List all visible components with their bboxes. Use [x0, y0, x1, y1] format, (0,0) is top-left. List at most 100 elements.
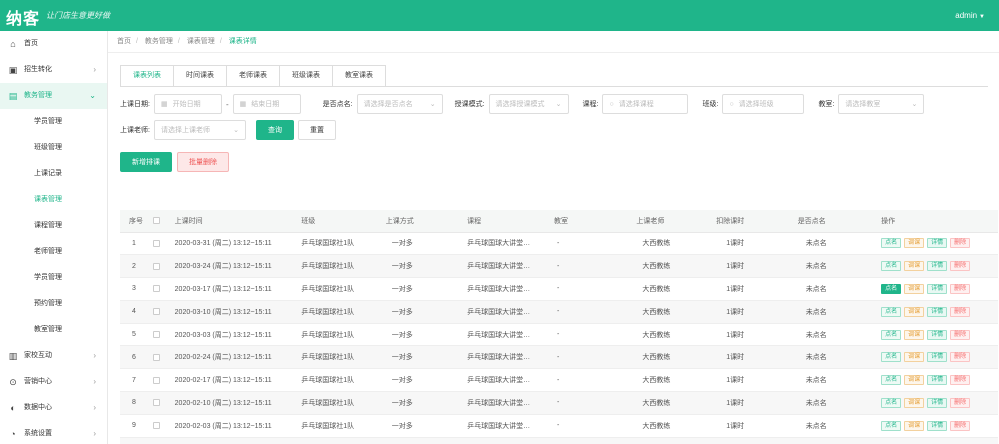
- sidebar-sub-item-schedule[interactable]: 课表管理: [0, 187, 107, 213]
- reschedule-button[interactable]: 调课: [904, 306, 925, 317]
- table-row: 2 2020-03-24 (周二) 13:12~15:11 乒乓球国球社1队 一对多乒…: [120, 254, 998, 279]
- delete-button[interactable]: 删除: [950, 238, 971, 249]
- sign-in-button[interactable]: 点名: [881, 306, 902, 317]
- breadcrumb-item[interactable]: 课表管理: [187, 38, 215, 45]
- sidebar-sub-item[interactable]: 老师管理: [0, 239, 107, 265]
- sign-in-button[interactable]: 点名: [881, 261, 902, 272]
- delete-button[interactable]: 删除: [950, 397, 971, 408]
- reset-button[interactable]: 重置: [297, 120, 336, 140]
- mode-select[interactable]: 请选择授课模式 ⌄: [488, 94, 569, 114]
- sidebar-item-marketing[interactable]: ⊙ 营销中心 ›: [0, 369, 107, 395]
- detail-button[interactable]: 详情: [927, 375, 948, 386]
- sidebar-item-enrollment[interactable]: ▣ 招生转化 ›: [0, 57, 107, 83]
- room-select[interactable]: 请选择教室 ⌄: [838, 94, 925, 114]
- sign-in-button[interactable]: 点名: [881, 329, 902, 340]
- cell-select[interactable]: [153, 437, 175, 444]
- delete-button[interactable]: 删除: [950, 420, 971, 431]
- sidebar-item-home-school[interactable]: ▥ 家校互动 ›: [0, 343, 107, 369]
- sidebar-sub-item[interactable]: 上课记录: [0, 161, 107, 187]
- sidebar-sub-item[interactable]: 学员管理: [0, 265, 107, 291]
- row-checkbox[interactable]: [153, 399, 161, 407]
- user-menu[interactable]: admin ▼: [955, 11, 985, 20]
- reschedule-button[interactable]: 调课: [904, 397, 925, 408]
- cell-time: 2020-03-24 (周二) 13:12~15:11: [174, 254, 302, 279]
- sign-in-button[interactable]: 点名: [881, 283, 902, 294]
- cell-select[interactable]: [153, 277, 175, 301]
- delete-button[interactable]: 删除: [950, 352, 971, 363]
- course-label: 课程:: [582, 101, 599, 108]
- detail-button[interactable]: 详情: [927, 420, 948, 431]
- reschedule-button[interactable]: 调课: [904, 352, 925, 363]
- cell-select[interactable]: [153, 391, 175, 415]
- add-schedule-button[interactable]: 新增排课: [120, 152, 172, 172]
- sidebar-sub-item[interactable]: 预约管理: [0, 291, 107, 317]
- tab-list[interactable]: 课表列表: [120, 65, 174, 87]
- sidebar-item-home[interactable]: ⌂ 首页: [0, 31, 107, 57]
- delete-button[interactable]: 删除: [950, 306, 971, 317]
- tab-teacher[interactable]: 老师课表: [226, 65, 280, 87]
- reschedule-button[interactable]: 调课: [904, 420, 925, 431]
- cell-select[interactable]: [153, 300, 175, 324]
- tab-time[interactable]: 时间课表: [173, 65, 227, 87]
- date-end-input[interactable]: ▦ 结束日期: [232, 94, 301, 114]
- tab-class[interactable]: 班级课表: [279, 65, 333, 87]
- sidebar-sub-item[interactable]: 班级管理: [0, 135, 107, 161]
- course-select[interactable]: ○ 请选择课程: [602, 94, 689, 114]
- detail-button[interactable]: 详情: [927, 306, 948, 317]
- detail-button[interactable]: 详情: [927, 352, 948, 363]
- reschedule-button[interactable]: 调课: [904, 261, 925, 272]
- breadcrumb-item[interactable]: 教务管理: [145, 38, 173, 45]
- cell-select[interactable]: [153, 414, 175, 438]
- sidebar-item-academic[interactable]: ▤ 教务管理 ⌄: [0, 83, 107, 109]
- row-checkbox[interactable]: [153, 308, 161, 316]
- date-start-input[interactable]: ▦ 开始日期: [153, 94, 222, 114]
- row-checkbox[interactable]: [153, 422, 161, 430]
- cell-select[interactable]: [153, 368, 175, 393]
- teacher-select[interactable]: 请选择上课老师 ⌄: [153, 120, 246, 140]
- select-all-checkbox[interactable]: [153, 217, 161, 225]
- sidebar-item-label: 家校互动: [24, 352, 52, 359]
- detail-button[interactable]: 详情: [927, 397, 948, 408]
- sidebar-item-settings[interactable]: ◔ 系统设置 ›: [0, 421, 107, 444]
- sidebar-sub-item[interactable]: 教室管理: [0, 317, 107, 343]
- detail-button[interactable]: 详情: [927, 238, 948, 249]
- cell-select[interactable]: [153, 232, 175, 256]
- sign-in-button[interactable]: 点名: [881, 397, 902, 408]
- reschedule-button[interactable]: 调课: [904, 329, 925, 340]
- reschedule-button[interactable]: 调课: [904, 375, 925, 386]
- tab-room[interactable]: 教室课表: [332, 65, 386, 87]
- reschedule-button[interactable]: 调课: [904, 238, 925, 249]
- class-select[interactable]: ○ 请选择班级: [722, 94, 805, 114]
- detail-button[interactable]: 详情: [927, 283, 948, 294]
- delete-button[interactable]: 删除: [950, 329, 971, 340]
- cell-select[interactable]: [153, 323, 175, 347]
- row-checkbox[interactable]: [153, 285, 161, 293]
- row-checkbox[interactable]: [153, 239, 161, 247]
- sign-in-button[interactable]: 点名: [881, 352, 902, 363]
- reschedule-button[interactable]: 调课: [904, 283, 925, 294]
- sidebar-sub-item[interactable]: 学员管理: [0, 109, 107, 135]
- batch-delete-button[interactable]: 批量删除: [177, 152, 229, 172]
- breadcrumb-item[interactable]: 首页: [117, 38, 131, 45]
- detail-button[interactable]: 详情: [927, 329, 948, 340]
- signed-select[interactable]: 请选择是否点名 ⌄: [356, 94, 443, 114]
- row-checkbox[interactable]: [153, 330, 161, 338]
- detail-button[interactable]: 详情: [927, 261, 948, 272]
- query-button[interactable]: 查询: [255, 120, 294, 140]
- row-checkbox[interactable]: [153, 353, 161, 361]
- cell-teacher: 大西教练: [636, 232, 717, 256]
- delete-button[interactable]: 删除: [950, 375, 971, 386]
- delete-button[interactable]: 删除: [950, 261, 971, 272]
- cell-select[interactable]: [153, 345, 175, 370]
- row-checkbox[interactable]: [153, 376, 161, 384]
- sidebar-item-data[interactable]: ◐ 数据中心 ›: [0, 395, 107, 421]
- sign-in-button[interactable]: 点名: [881, 238, 902, 249]
- delete-button[interactable]: 删除: [950, 283, 971, 294]
- cell-class: 乒乓球国球社1队: [301, 300, 386, 324]
- sign-in-button[interactable]: 点名: [881, 375, 902, 386]
- cell-select[interactable]: [153, 254, 175, 279]
- sign-in-button[interactable]: 点名: [881, 420, 902, 431]
- sidebar-sub-item[interactable]: 课程管理: [0, 213, 107, 239]
- col-header-select[interactable]: [153, 210, 175, 233]
- row-checkbox[interactable]: [153, 262, 161, 270]
